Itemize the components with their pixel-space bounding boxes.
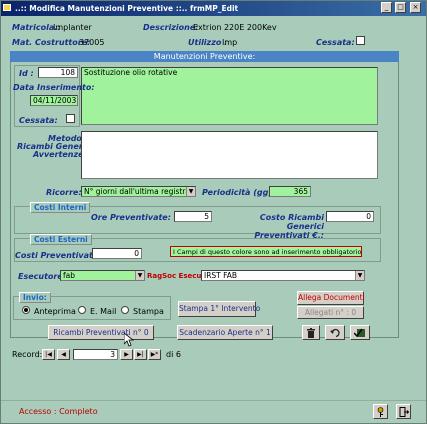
next-record-button[interactable]: ▶ <box>120 349 133 360</box>
allegati-button[interactable]: Allegati n° : 0 <box>297 306 364 319</box>
first-record-button[interactable]: |◀ <box>42 349 55 360</box>
mouse-pointer-icon <box>124 333 134 347</box>
delete-button[interactable] <box>302 325 320 340</box>
radio-email-label: E. Mail <box>90 307 117 316</box>
cessata-checkbox[interactable] <box>66 114 75 123</box>
maximize-button[interactable]: □ <box>395 2 406 13</box>
stampa-intervento-button[interactable]: Stampa 1° Intervento <box>178 301 260 317</box>
metodo-field[interactable] <box>81 131 378 179</box>
undo-icon <box>329 328 340 338</box>
radio-anteprima[interactable] <box>22 306 30 314</box>
radio-stampa-label: Stampa <box>133 307 164 316</box>
costo-ricambi-field[interactable]: 0 <box>326 211 374 222</box>
record-label: Record: <box>12 350 43 359</box>
ricorre-value: N° giorni dall'ultima registrazione <box>84 187 195 196</box>
matricola-value: Implanter <box>53 23 92 32</box>
exit-button[interactable] <box>396 404 411 419</box>
scadenzario-button[interactable]: Scadenzario Aperte n° 1 <box>177 325 273 340</box>
cessata-label: Cessata: <box>19 116 58 125</box>
trash-icon <box>307 328 315 338</box>
costi-esterni-label: Costi Esterni <box>30 234 92 245</box>
ragsoc-select[interactable]: IRST FAB ▼ <box>201 270 365 281</box>
save-check-icon <box>353 328 365 338</box>
prev-record-button[interactable]: ◀ <box>57 349 70 360</box>
mat-costruttore-value: 37005 <box>79 38 105 47</box>
data-inserimento-label: Data Inserimento: <box>13 83 95 92</box>
allega-documenti-button[interactable]: Allega Documenti <box>297 291 365 305</box>
periodicita-label: Periodicità (gg): <box>202 188 276 197</box>
periodicita-field[interactable]: 365 <box>269 186 311 197</box>
id-label: Id : <box>19 69 34 78</box>
ricorre-select[interactable]: N° giorni dall'ultima registrazione ▼ <box>81 186 196 197</box>
costi-interni-label: Costi Interni <box>30 202 91 213</box>
panel-title: Manutenzioni Preventive: <box>10 51 399 62</box>
chevron-down-icon[interactable]: ▼ <box>355 271 364 280</box>
app-icon <box>3 4 11 11</box>
cessata-header-checkbox[interactable] <box>356 36 365 45</box>
descrizione-label: Descrizione: <box>143 23 199 32</box>
chevron-down-icon[interactable]: ▼ <box>135 271 144 280</box>
ore-preventivate-label: Ore Preventivate: <box>91 213 171 222</box>
save-button[interactable] <box>350 325 370 340</box>
data-inserimento-field[interactable]: 04/11/2003 <box>30 95 78 106</box>
title-bar[interactable]: ..:: Modifica Manutenzioni Preventive ::… <box>1 1 426 16</box>
last-record-button[interactable]: ▶| <box>134 349 147 360</box>
avvertenze-label: Avvertenze: <box>33 150 87 159</box>
esecutore-value: fab <box>63 271 75 280</box>
ore-preventivate-field[interactable]: 5 <box>174 211 212 222</box>
radio-email[interactable] <box>78 306 86 314</box>
minimize-button[interactable]: _ <box>381 2 392 13</box>
utilizzo-value: Imp <box>222 38 238 47</box>
new-record-button[interactable]: ▶* <box>148 349 161 360</box>
window-title: ..:: Modifica Manutenzioni Preventive ::… <box>15 4 239 13</box>
obbligatorio-note: I Campi di questo colore sono ad inserim… <box>170 246 362 257</box>
record-total: di 6 <box>166 350 181 359</box>
close-button[interactable]: × <box>410 2 421 13</box>
radio-anteprima-label: Anteprima <box>34 307 76 316</box>
description-field[interactable]: Sostituzione olio rotative <box>81 67 378 125</box>
descrizione-value: Extrion 220E 200Kev <box>193 23 277 32</box>
costi-preventivati-field[interactable]: 0 <box>92 248 142 259</box>
ricambi-preventivati-button[interactable]: Ricambi Preventivati n° 0 <box>48 325 154 340</box>
record-number-field[interactable]: 3 <box>73 349 118 360</box>
radio-stampa[interactable] <box>121 306 129 314</box>
costo-ricambi-label: Costo Ricambi Generici Preventivati €.: <box>254 213 324 240</box>
id-field[interactable]: 108 <box>38 67 78 78</box>
ragsoc-value: IRST FAB <box>204 271 238 280</box>
cessata-header-label: Cessata: <box>316 38 355 47</box>
esecutore-label: Esecutore: <box>18 272 66 281</box>
door-exit-icon <box>399 407 409 417</box>
key-icon <box>377 407 384 417</box>
access-status: Accesso : Completo <box>19 407 98 416</box>
ricorre-label: Ricorre: <box>46 188 82 197</box>
invio-label: Invio: <box>19 292 51 303</box>
chevron-down-icon[interactable]: ▼ <box>186 187 195 196</box>
help-button[interactable] <box>373 404 388 419</box>
esecutore-select[interactable]: fab ▼ <box>60 270 145 281</box>
undo-button[interactable] <box>325 325 345 340</box>
